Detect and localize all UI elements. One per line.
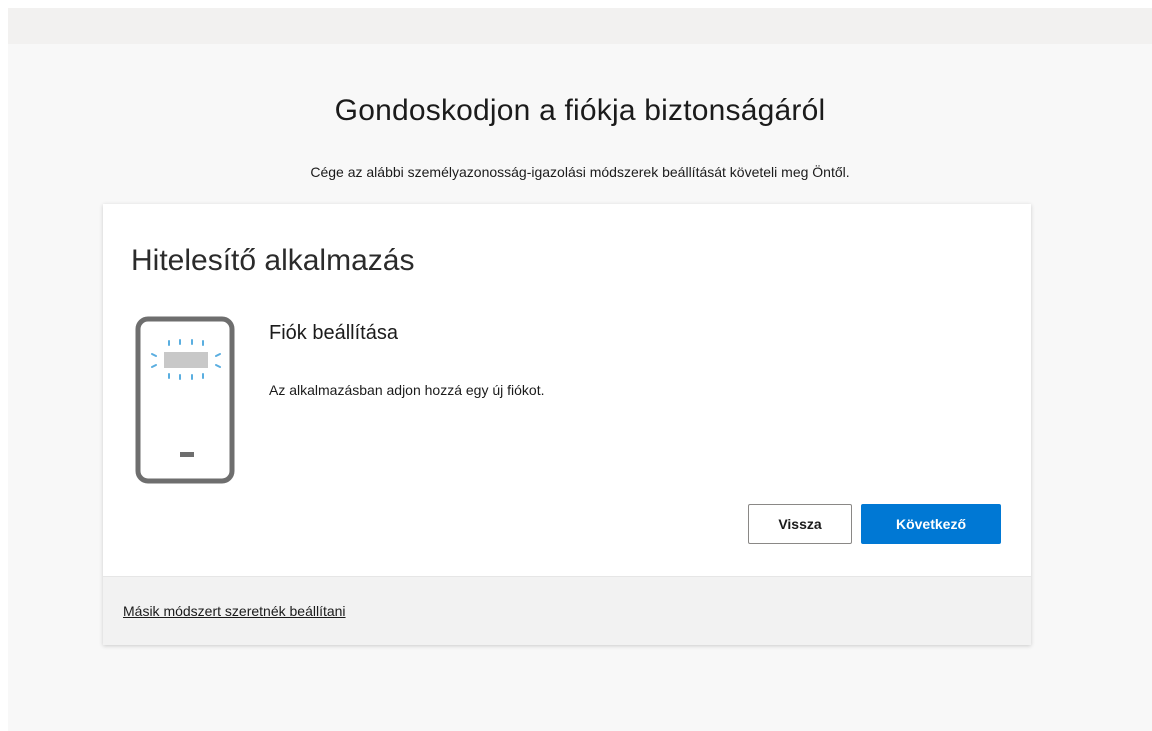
page-background: Gondoskodjon a fiókja biztonságáról Cége… [8, 8, 1152, 731]
setup-card: Hitelesítő alkalmazás Fiók beállítása Az… [103, 204, 1031, 645]
phone-qr-scan-icon [135, 316, 235, 484]
alternate-method-link[interactable]: Másik módszert szeretnék beállítani [123, 603, 346, 619]
top-band [8, 8, 1152, 44]
page-title: Gondoskodjon a fiókja biztonságáról [334, 94, 826, 127]
card-title: Hitelesítő alkalmazás [131, 244, 415, 277]
card-footer: Másik módszert szeretnék beállítani [103, 576, 1031, 645]
back-button[interactable]: Vissza [748, 504, 852, 544]
next-button[interactable]: Következő [861, 504, 1001, 544]
step-description: Az alkalmazásban adjon hozzá egy új fiók… [269, 382, 545, 398]
step-title: Fiók beállítása [269, 322, 398, 344]
page-subtitle: Cége az alábbi személyazonosság-igazolás… [310, 164, 850, 180]
